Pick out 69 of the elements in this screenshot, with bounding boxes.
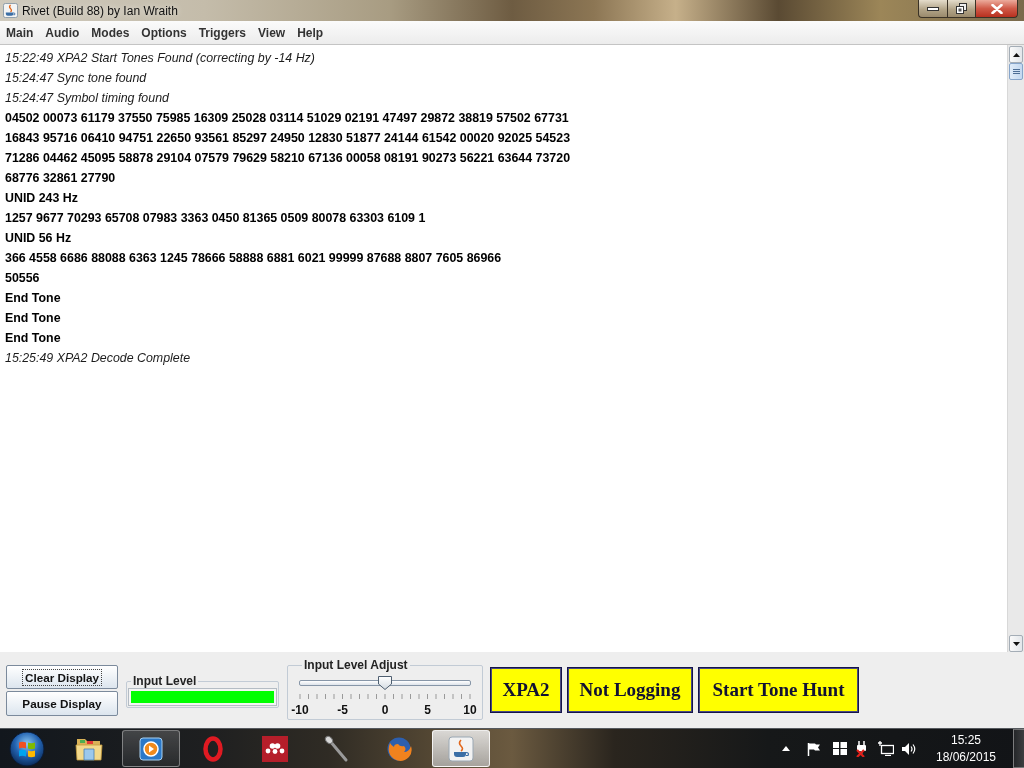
grip-icon	[1012, 69, 1020, 74]
menu-item[interactable]: Modes	[85, 24, 136, 41]
menu-item[interactable]: Triggers	[192, 24, 253, 41]
log-line: UNID 243 Hz	[5, 190, 78, 207]
log-line: 15:24:47 Symbol timing found	[5, 90, 169, 107]
minimize-icon	[927, 6, 939, 11]
log-line: End Tone	[5, 310, 61, 327]
flag-icon[interactable]	[807, 741, 821, 756]
tick-label: 5	[424, 703, 431, 717]
log-line: 71286 04462 45095 58878 29104 07579 79629 58210 67136 00058 08191 90273 56221 63644 73720	[5, 150, 571, 167]
display-button[interactable]: Pause Display	[6, 691, 118, 716]
log-line: 50556	[5, 270, 40, 287]
plug-icon[interactable]	[855, 740, 869, 757]
menu-item[interactable]: Audio	[39, 24, 86, 41]
four-panes-icon[interactable]	[833, 742, 847, 755]
tick-label: 10	[463, 703, 477, 717]
status-button[interactable]: Not Logging	[567, 667, 693, 713]
coffee-cup-icon	[3, 3, 18, 18]
log-line: 1257 9677 70293 65708 07983 3363 0450 81365 0509 80078 63303 6109 1	[5, 210, 426, 227]
menu-item[interactable]: View	[252, 24, 292, 41]
scroll-down-button[interactable]	[1009, 635, 1023, 652]
up-arrow-icon	[1012, 52, 1020, 57]
status-button[interactable]: Start Tone Hunt	[698, 667, 859, 713]
slider-thumb[interactable]	[378, 676, 392, 690]
window-title: Rivet (Build 88) by Ian Wraith	[22, 3, 178, 18]
scroll-up-button[interactable]	[1009, 46, 1023, 63]
globe-icon	[386, 735, 412, 762]
tick-label: 0	[381, 703, 389, 717]
speaker-icon[interactable]	[902, 741, 916, 756]
start-orb-icon	[9, 730, 45, 767]
vertical-scrollbar[interactable]	[1007, 45, 1024, 652]
tick-label: -10	[291, 703, 309, 717]
caret-up-icon[interactable]	[782, 746, 790, 751]
menu-item[interactable]: Options	[135, 24, 193, 41]
monitor-icon[interactable]	[878, 741, 894, 756]
log-line: 16843 95716 06410 94751 22650 93561 85297 24950 12830 51877 24144 61542 00020 92025 54523	[5, 130, 571, 147]
tick-marks-icon	[299, 694, 471, 699]
ring-icon	[203, 735, 223, 762]
log-line: End Tone	[5, 330, 61, 347]
menu-item[interactable]: Help	[291, 24, 330, 41]
clock-time: 15:25	[951, 731, 981, 749]
log-line: End Tone	[5, 290, 61, 307]
down-arrow-icon	[1012, 641, 1020, 646]
group-title: Input Level Adjust	[303, 658, 409, 672]
status-button[interactable]: XPA2	[490, 667, 562, 713]
clock-date: 18/06/2015	[935, 748, 997, 766]
restore-button[interactable]	[947, 0, 975, 18]
log-line: 15:24:47 Sync tone found	[5, 70, 147, 87]
menu-item[interactable]: Main	[0, 24, 40, 41]
close-button[interactable]	[975, 0, 1018, 18]
minimize-button[interactable]	[918, 0, 947, 18]
folder-icon	[75, 736, 103, 761]
show-desktop-button[interactable]	[1013, 729, 1024, 768]
log-line: 366 4558 6686 88088 6363 1245 78666 58888 6881 6021 99999 87688 8807 7605 86966	[5, 250, 502, 267]
dots-tile-icon	[262, 735, 288, 762]
coffee-cup-icon	[448, 735, 474, 762]
log-line: 15:22:49 XPA2 Start Tones Found (correcting by -14 Hz)	[5, 50, 315, 67]
group-title: Input Level	[132, 674, 198, 688]
log-line: UNID 56 Hz	[5, 230, 72, 247]
play-tile-icon	[139, 736, 163, 761]
log-line: 15:25:49 XPA2 Decode Complete	[5, 350, 191, 367]
display-button[interactable]: Clear Display	[6, 665, 118, 689]
scrollbar-thumb[interactable]	[1009, 63, 1023, 80]
tick-label: -5	[337, 703, 348, 717]
log-line: 04502 00073 61179 37550 75985 16309 25028 03114 51029 02191 47497 29872 38819 57502 67731	[5, 110, 569, 127]
log-line: 68776 32861 27790	[5, 170, 116, 187]
restore-icon	[956, 3, 967, 14]
taskbar-button[interactable]	[122, 730, 180, 767]
close-icon	[990, 3, 1003, 14]
